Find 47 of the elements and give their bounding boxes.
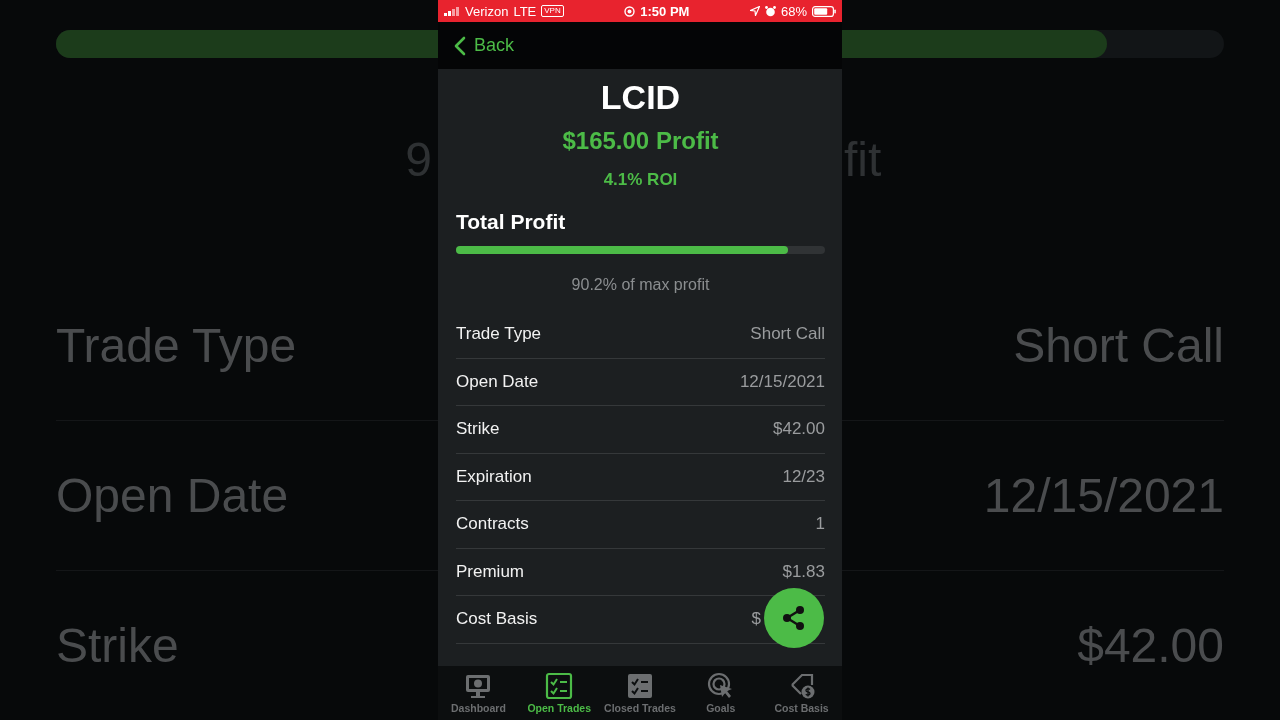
share-icon bbox=[781, 605, 807, 631]
battery-percent: 68% bbox=[780, 3, 807, 19]
profit-amount: $165.00 Profit bbox=[561, 127, 720, 155]
progress-caption: 90.2% of max profit bbox=[570, 276, 711, 294]
vpn-badge: VPN bbox=[541, 5, 564, 17]
tab-item[interactable]: Dashboard bbox=[438, 666, 519, 720]
row-value: 12/15/2021 bbox=[983, 467, 1224, 523]
tab-item[interactable]: Cost Basis bbox=[761, 666, 842, 720]
row-label: Trade Type bbox=[456, 324, 542, 345]
tab-item[interactable]: Open Trades bbox=[518, 666, 600, 720]
row-label: Premium bbox=[456, 561, 524, 582]
row-label: Contracts bbox=[456, 514, 529, 535]
row-label: Expiration bbox=[456, 466, 532, 487]
row-label: Open Date bbox=[456, 371, 539, 392]
row-label: Cost Basis bbox=[456, 609, 538, 630]
roi-text: 4.1% ROI bbox=[602, 170, 679, 190]
battery-icon bbox=[812, 5, 836, 17]
row-value: $42.00 bbox=[1077, 618, 1224, 673]
monitor-icon bbox=[464, 672, 493, 700]
checklist-icon bbox=[626, 672, 654, 700]
row-value: 12/15/2021 bbox=[739, 371, 825, 392]
signal-icon bbox=[444, 6, 460, 16]
row-value: 1 bbox=[815, 514, 825, 535]
row-label: Strike bbox=[56, 618, 179, 673]
clock-time: 1:50 PM bbox=[640, 3, 690, 19]
row-value: 12/23 bbox=[782, 466, 825, 487]
section-title: Total Profit bbox=[456, 210, 567, 234]
tab-item[interactable]: Closed Trades bbox=[599, 666, 681, 720]
carrier-name: Verizon bbox=[465, 3, 509, 19]
row-value: Short Call bbox=[750, 324, 825, 345]
ticker-symbol: LCID bbox=[599, 77, 682, 117]
row-label: Strike bbox=[456, 419, 500, 440]
row-value: $ bbox=[751, 609, 761, 630]
checklist-icon bbox=[545, 672, 574, 700]
location-arrow-icon bbox=[749, 6, 760, 16]
tab-item[interactable]: Goals bbox=[680, 666, 762, 720]
row-value: $1.83 bbox=[782, 561, 825, 582]
back-button[interactable]: Back bbox=[454, 35, 515, 56]
recording-icon bbox=[624, 5, 636, 17]
row-value: $42.00 bbox=[773, 419, 825, 440]
share-button[interactable] bbox=[764, 588, 824, 648]
row-value: Short Call bbox=[1013, 317, 1224, 373]
alarm-clock-icon bbox=[764, 5, 776, 17]
network-type: LTE bbox=[513, 3, 537, 19]
chevron-left-icon bbox=[454, 35, 466, 56]
row-label: Open Date bbox=[56, 467, 289, 523]
row-label: Trade Type bbox=[56, 317, 297, 373]
